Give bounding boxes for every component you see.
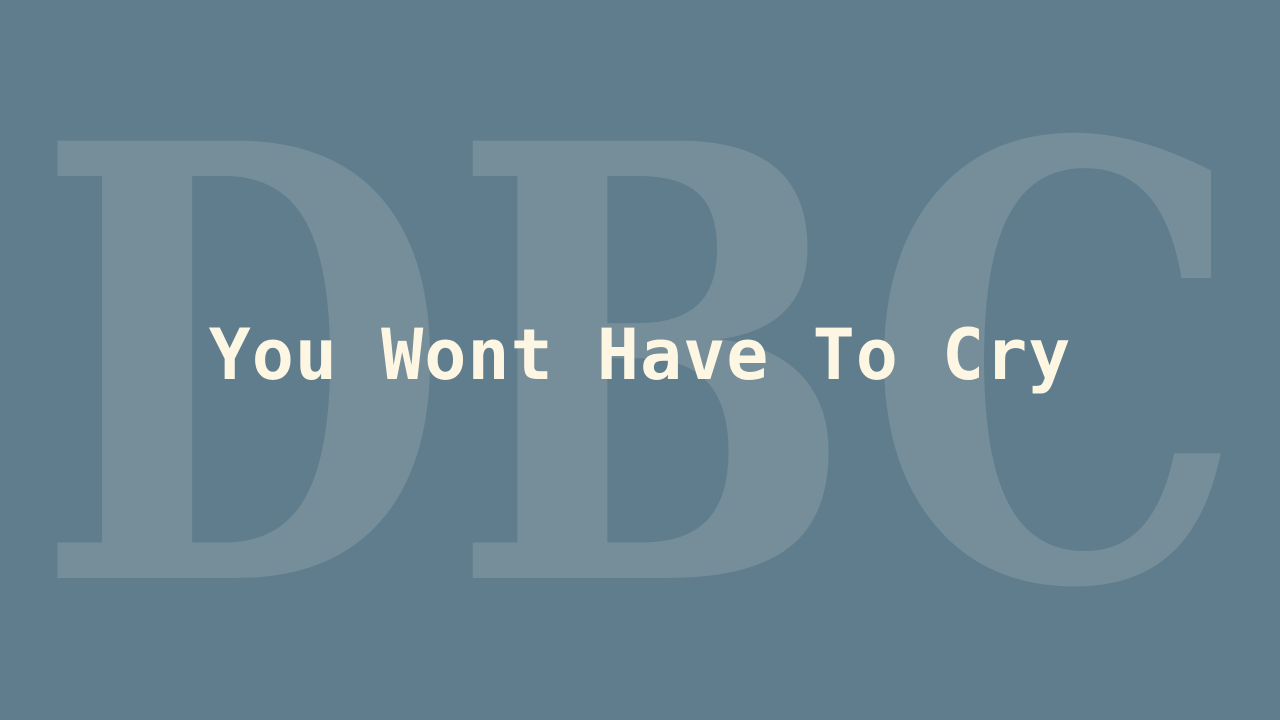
track-title: You Wont Have To Cry <box>208 314 1072 396</box>
